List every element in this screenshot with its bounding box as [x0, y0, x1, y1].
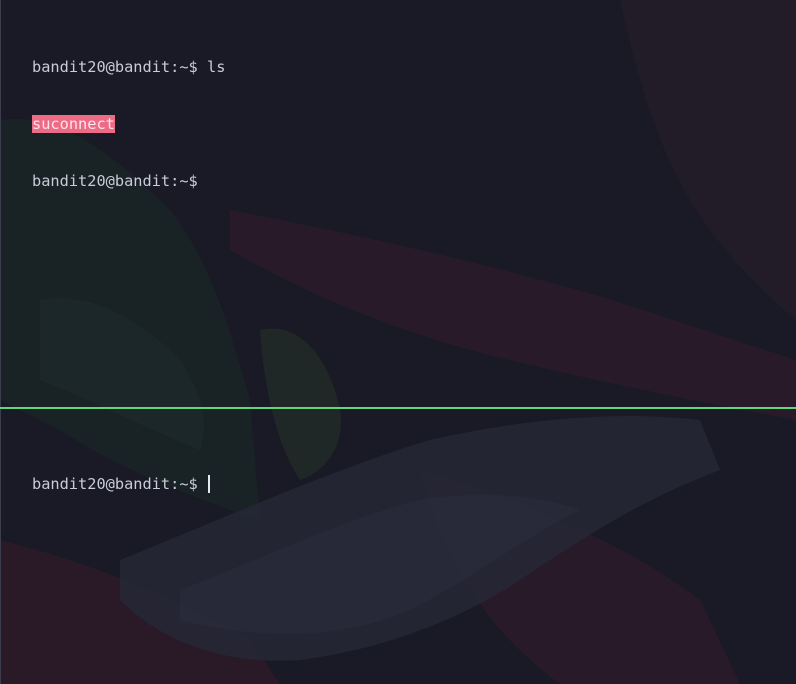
command-line: bandit20@bandit:~$ — [32, 475, 796, 494]
command-line: bandit20@bandit:~$ — [32, 172, 796, 191]
shell-prompt: bandit20@bandit:~$ — [32, 172, 198, 190]
output-line: suconnect — [32, 115, 796, 134]
shell-prompt: bandit20@bandit:~$ — [32, 58, 198, 76]
shell-prompt: bandit20@bandit:~$ — [32, 475, 198, 493]
terminal-pane-top[interactable]: bandit20@bandit:~$ ls suconnect bandit20… — [0, 20, 796, 408]
terminal-pane-bottom[interactable]: bandit20@bandit:~$ — [0, 437, 796, 684]
command-line: bandit20@bandit:~$ ls — [32, 58, 796, 77]
text-cursor — [208, 475, 210, 493]
terminal-window: bandit20@bandit:~$ ls suconnect bandit20… — [0, 0, 796, 684]
typed-command: ls — [207, 58, 226, 76]
executable-file-entry: suconnect — [32, 115, 115, 133]
pane-divider[interactable] — [0, 407, 796, 409]
